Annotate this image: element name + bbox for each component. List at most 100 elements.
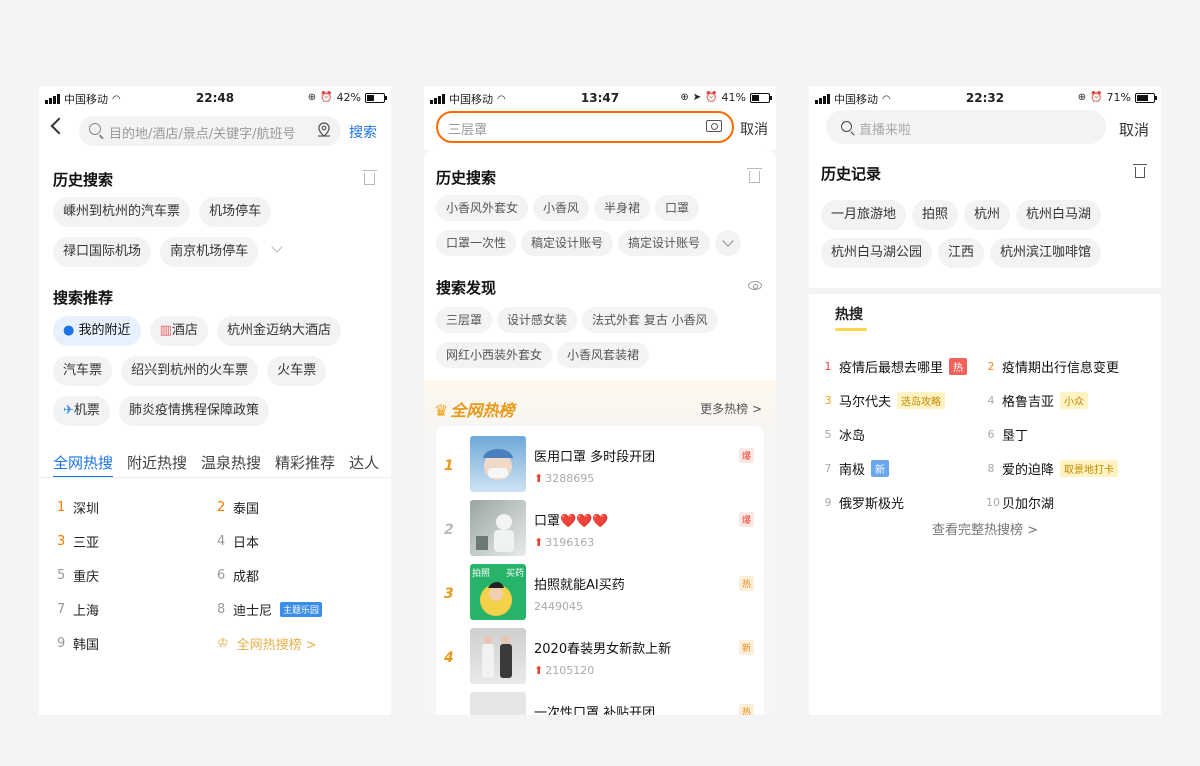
recommend-chip[interactable]: 汽车票 (53, 356, 113, 386)
recommend-chip-flight[interactable]: ✈机票 (53, 396, 110, 426)
hot-item[interactable]: 5 冰岛 (823, 417, 986, 451)
rank-item[interactable]: 3 拍照 买药 拍照就能AI买药 2449045 热 (436, 564, 764, 624)
recommend-chip[interactable]: 绍兴到杭州的火车票 (121, 356, 259, 386)
rank-item[interactable]: 2 口罩❤️❤️❤️ ⬆ 3196163 爆 (436, 500, 764, 560)
camera-icon[interactable] (706, 120, 722, 132)
history-chip[interactable]: 江西 (938, 238, 985, 268)
history-chip[interactable]: 半身裙 (594, 195, 651, 221)
tab-spring-hot[interactable]: 温泉热搜 (201, 452, 261, 473)
discover-chip[interactable]: 法式外套 复古 小香风 (582, 307, 718, 333)
history-chip[interactable]: 口罩 (655, 195, 700, 221)
hot-item[interactable]: 2 疫情期出行信息变更 (986, 349, 1149, 383)
hot-item[interactable]: 7 南极新 (823, 451, 986, 485)
location-pin-icon: ● (63, 323, 75, 338)
full-hot-link[interactable]: 查看完整热搜榜 > (809, 519, 1161, 538)
hot-item[interactable]: 6 垦丁 (986, 417, 1149, 451)
battery-percent: 71% (1106, 91, 1131, 104)
hot-item[interactable]: 8 迪士尼 主题乐园 (217, 592, 377, 626)
history-chip[interactable]: 稿定设计账号 (521, 230, 614, 256)
search-button[interactable]: 搜索 (349, 122, 377, 142)
search-input[interactable]: 直播来啦 (826, 110, 1106, 144)
rank-number: 7 (824, 461, 832, 475)
history-chip[interactable]: 一月旅游地 (821, 200, 907, 230)
hot-item[interactable]: 7 上海 (57, 592, 217, 626)
hot-item[interactable]: 9 俄罗斯极光 (823, 485, 986, 519)
history-chip[interactable]: 口罩一次性 (436, 230, 517, 256)
history-chip[interactable]: 杭州滨江咖啡馆 (990, 238, 1102, 268)
discover-chip[interactable]: 三层罩 (436, 307, 493, 333)
trash-icon[interactable] (747, 168, 762, 183)
chip-label: 我的附近 (78, 323, 131, 338)
rank-number: 6 (217, 567, 226, 583)
hot-item[interactable]: 9 韩国 (57, 626, 217, 660)
trash-icon[interactable] (1133, 164, 1147, 178)
discover-chip[interactable]: 小香风套装裙 (557, 342, 650, 368)
search-input[interactable]: 三层罩 (436, 111, 734, 143)
thumb-text: 拍照 (472, 569, 491, 579)
chevron-down-icon[interactable] (271, 241, 283, 253)
chevron-down-icon[interactable] (715, 230, 742, 256)
recommend-chip[interactable]: 杭州金迈纳大酒店 (217, 316, 342, 346)
discover-chip[interactable]: 设计感女装 (497, 307, 578, 333)
hot-item[interactable]: 10 贝加尔湖 (986, 485, 1149, 519)
hot-item[interactable]: 8 爱的迫降 取景地打卡 (986, 451, 1149, 485)
count-value: 3288695 (545, 472, 595, 485)
recommend-chip[interactable]: 肺炎疫情携程保障政策 (119, 396, 270, 426)
discover-chip[interactable]: 网红小西装外套女 (436, 342, 553, 368)
all-hot-link[interactable]: ♔ 全网热搜榜 > (217, 626, 377, 660)
back-icon[interactable] (50, 117, 68, 135)
hot-label: 垦丁 (1002, 428, 1029, 444)
tab-hot[interactable]: 热搜 (835, 304, 863, 324)
history-chip[interactable]: 拍照 (912, 200, 959, 230)
tab-recommend[interactable]: 精彩推荐 (275, 452, 335, 473)
history-chip[interactable]: 小香风外套女 (436, 195, 529, 221)
history-chip[interactable]: 杭州白马湖 (1016, 200, 1102, 230)
recommend-chip[interactable]: 火车票 (267, 356, 327, 386)
hot-item[interactable]: 2 泰国 (217, 490, 377, 524)
history-chip[interactable]: 禄口国际机场 (53, 237, 152, 267)
history-chips: 一月旅游地 拍照 杭州 杭州白马湖 杭州白马湖公园 江西 杭州滨江咖啡馆 (821, 200, 1151, 276)
history-chip[interactable]: 南京机场停车 (160, 237, 259, 267)
hot-item[interactable]: 1 深圳 (57, 490, 217, 524)
recommend-chip-hotel[interactable]: ▥酒店 (149, 316, 208, 346)
rank-list: 1 医用口罩 多时段开团 ⬆ 3288695 爆 2 口罩❤️❤️❤️ ⬆ 3196… (436, 426, 764, 715)
history-chip[interactable]: 搞定设计账号 (618, 230, 711, 256)
hot-item[interactable]: 6 成都 (217, 558, 377, 592)
recommend-title: 搜索推荐 (53, 289, 114, 307)
search-input[interactable]: 目的地/酒店/景点/关键字/航班号 (79, 116, 341, 146)
rank-item[interactable]: 4 2020春装男女新款上新 ⬆ 2105120 新 (436, 628, 764, 688)
rank-item[interactable]: 一次性口罩 补贴开团 热 (436, 692, 764, 715)
hot-tag: 选岛攻略 (897, 391, 946, 409)
hot-item[interactable]: 3 三亚 (57, 524, 217, 558)
tab-expert[interactable]: 达人 (349, 452, 379, 473)
rank-number: 3 (444, 586, 454, 602)
hot-label: 深圳 (73, 501, 100, 517)
rank-number: 10 (986, 495, 1000, 509)
cancel-button[interactable]: 取消 (1119, 119, 1149, 140)
history-chip[interactable]: 杭州 (964, 200, 1011, 230)
eye-icon[interactable] (748, 281, 762, 290)
history-chip[interactable]: 嵊州到杭州的汽车票 (53, 197, 191, 227)
rank-number: 7 (57, 601, 66, 617)
rank-item[interactable]: 1 医用口罩 多时段开团 ⬆ 3288695 爆 (436, 436, 764, 496)
hot-item[interactable]: 5 重庆 (57, 558, 217, 592)
trash-icon[interactable] (362, 170, 377, 185)
history-chip[interactable]: 杭州白马湖公园 (821, 238, 933, 268)
battery-icon (365, 92, 387, 103)
cancel-button[interactable]: 取消 (740, 119, 768, 139)
history-chip[interactable]: 小香风 (533, 195, 590, 221)
hot-item[interactable]: 3 马尔代夫 选岛攻略 (823, 383, 986, 417)
search-icon (841, 121, 852, 132)
hot-item[interactable]: 4 格鲁吉亚 小众 (986, 383, 1149, 417)
recommend-chip-nearby[interactable]: ● 我的附近 (53, 316, 141, 346)
tab-nearby-hot[interactable]: 附近热搜 (127, 452, 187, 473)
location-icon[interactable] (317, 122, 331, 138)
lock-rotation-icon: ⊕ (1077, 92, 1087, 103)
hot-item[interactable]: 4 日本 (217, 524, 377, 558)
history-chip[interactable]: 机场停车 (199, 197, 272, 227)
hot-label: 泰国 (233, 501, 260, 517)
more-rank-link[interactable]: 更多热榜 > (700, 400, 762, 417)
tab-all-hot[interactable]: 全网热搜 (53, 452, 113, 473)
hot-item[interactable]: 1 疫情后最想去哪里热 (823, 349, 986, 383)
item-title: 2020春装男女新款上新 (534, 642, 672, 657)
